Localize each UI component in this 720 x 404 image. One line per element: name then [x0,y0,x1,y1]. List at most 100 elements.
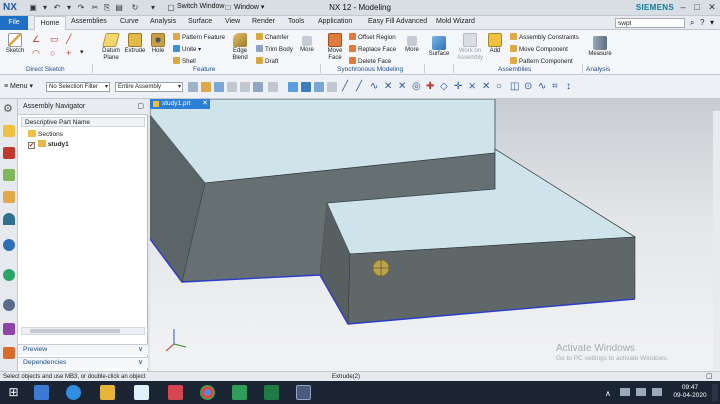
shell-button[interactable]: Shell [173,57,196,65]
snap-existing-point-icon[interactable]: ✛ [454,82,464,92]
snap-grid-icon[interactable]: ⌗ [552,82,562,92]
snap-point-icon[interactable]: ✚ [426,82,436,92]
datum-plane-button[interactable]: Datum Plane [98,33,124,62]
system-materials-icon[interactable] [3,323,15,335]
rectangle-icon[interactable]: ▭ [50,34,59,45]
notification-icon[interactable] [712,384,718,401]
graphics-window[interactable] [150,99,720,371]
snap-midpoint-icon[interactable]: ✕ [398,82,408,92]
snap-dimension-icon[interactable]: ↕ [566,82,576,92]
draft-button[interactable]: Draft [256,57,278,65]
tab-curve[interactable]: Curve [120,18,139,25]
move-face-button[interactable]: Move Face [324,33,346,62]
process-studio-icon[interactable] [3,347,15,359]
tab-file[interactable]: File [0,16,28,30]
scrollbar-thumb[interactable] [30,329,120,333]
reuse-library-icon[interactable] [3,191,15,203]
navigator-close-icon[interactable]: ▢ [137,102,144,110]
line-icon[interactable]: ╱ [66,34,71,45]
snap-polar-icon[interactable]: ✕ [482,82,492,92]
filter-icon[interactable] [188,82,198,92]
part-file-tab[interactable]: study1.prt ✕ [150,99,210,109]
tab-tools[interactable]: Tools [288,18,304,25]
maximize-button[interactable]: □ [690,1,704,14]
pattern-component-button[interactable]: Pattern Component [510,57,573,65]
view-orient-icon[interactable] [288,82,298,92]
selection-filter-dropdown[interactable]: No Selection Filter ▾ [46,82,110,92]
tab-mold-wizard[interactable]: Mold Wizard [436,18,475,25]
clock[interactable]: 09:47 09-04-2020 [670,384,710,400]
more-sketch-icon[interactable]: ▾ [80,48,84,56]
media-icon[interactable] [168,385,183,400]
snap-on-curve-icon[interactable]: ∿ [538,82,548,92]
edge-blend-button[interactable]: Edge Blend [228,33,252,62]
snap-end-icon[interactable]: ╱ [356,82,366,92]
web-browser-icon[interactable] [3,239,15,251]
part-navigator-icon[interactable] [3,169,15,181]
close-button[interactable]: ✕ [705,1,719,14]
help-icon[interactable]: ? [700,18,704,27]
arc-icon[interactable]: ◠ [32,48,40,59]
pattern-feature-button[interactable]: Pattern Feature [173,33,225,41]
tab-analysis[interactable]: Analysis [150,18,176,25]
minimize-button[interactable]: – [676,1,690,14]
point-icon[interactable]: + [66,48,71,58]
replace-face-button[interactable]: Replace Face [349,45,396,53]
snap-tangent-icon[interactable]: ⨯ [468,82,478,92]
profile-icon[interactable]: ∠ [32,34,40,45]
add-component-button[interactable]: Add [486,33,504,55]
measure-button[interactable]: Measure [586,36,614,58]
command-search-input[interactable]: swpt [615,18,685,28]
select-all-icon[interactable] [227,82,237,92]
sketch-button[interactable]: Sketch [4,33,26,55]
chamfer-button[interactable]: Chamfer [256,33,289,41]
surface-button[interactable]: Surface [427,36,451,58]
model-canvas[interactable] [150,99,720,371]
select-bodies-icon[interactable] [214,82,224,92]
horizontal-scrollbar[interactable] [21,327,145,335]
excel-icon[interactable] [264,385,279,400]
gear-icon[interactable]: ⚙ [3,103,15,115]
file-explorer-icon[interactable] [100,385,115,400]
select-faces-icon[interactable] [253,82,263,92]
tab-assemblies[interactable]: Assemblies [71,18,107,25]
tab-application[interactable]: Application [318,18,352,25]
deselect-all-icon[interactable] [240,82,250,92]
trim-body-button[interactable]: Trim Body [256,45,293,53]
search-icon[interactable] [34,385,49,400]
nx-app-icon[interactable] [296,385,311,400]
circle-icon[interactable]: ○ [50,48,55,58]
viewport-vertical-scrollbar[interactable] [713,111,720,369]
work-on-assembly-button[interactable]: Work on Assembly [456,33,484,62]
tab-render[interactable]: Render [252,18,275,25]
history-icon[interactable] [3,269,15,281]
clock-icon[interactable] [3,299,15,311]
search-icon[interactable]: ⌕ [690,18,694,28]
snap-icon[interactable] [327,82,337,92]
tab-view[interactable]: View [225,18,240,25]
more-sync-button[interactable]: More [403,36,421,54]
menu-button[interactable]: ≡ Menu ▾ [4,82,33,90]
assembly-navigator-icon[interactable] [3,125,15,137]
delete-face-button[interactable]: Delete Face [349,57,391,65]
battery-icon[interactable] [636,388,646,396]
constraint-navigator-icon[interactable] [3,147,15,159]
selection-scope-dropdown[interactable]: Entire Assembly ▾ [115,82,183,92]
snap-bounded-icon[interactable]: ◫ [510,82,520,92]
extrude-button[interactable]: Extrude [123,33,147,55]
select-features-icon[interactable] [201,82,211,92]
tab-easy-fill-advanced[interactable]: Easy Fill Advanced [368,18,427,25]
hd3d-tools-icon[interactable] [3,213,15,225]
fit-view-icon[interactable] [314,82,324,92]
tab-home[interactable]: Home [34,16,66,30]
snap-arc-center-icon[interactable]: ⊙ [524,82,534,92]
offset-region-button[interactable]: Offset Region [349,33,396,41]
calculator-icon[interactable] [232,385,247,400]
snap-intersection-icon[interactable]: ✕ [384,82,394,92]
edge-browser-icon[interactable] [66,385,81,400]
preview-panel-toggle[interactable]: Preview ∨ [18,344,148,355]
tree-item-study1[interactable]: ✔ study1 [28,140,69,149]
render-style-icon[interactable] [301,82,311,92]
dependencies-panel-toggle[interactable]: Dependencies ∨ [18,357,148,368]
status-toggle-icon[interactable]: ▢ [706,372,713,380]
